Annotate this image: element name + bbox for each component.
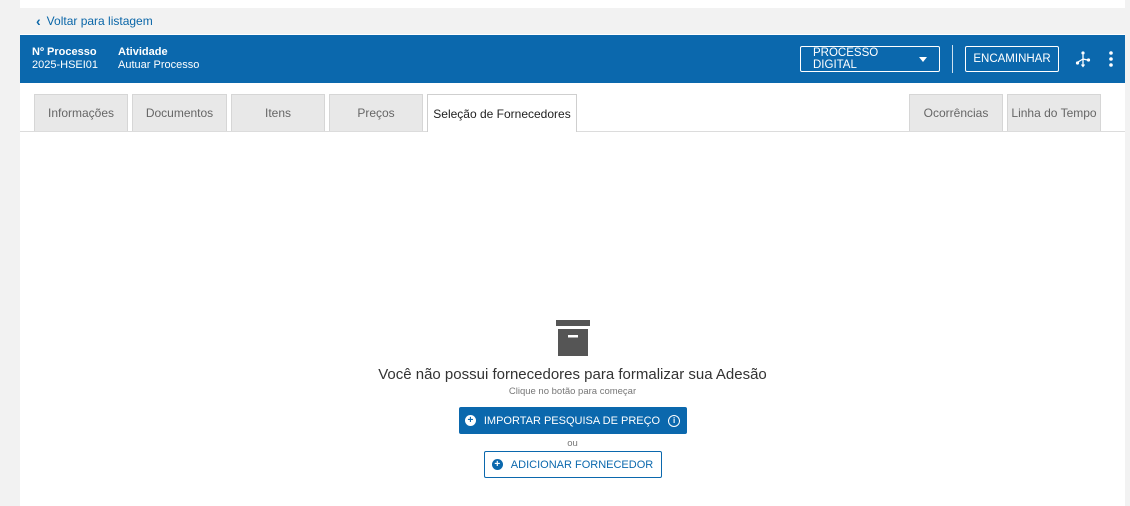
- process-header: Nº Processo 2025-HSEI01 Atividade Autuar…: [20, 35, 1125, 83]
- activity: Atividade Autuar Processo: [118, 46, 199, 72]
- tab-itens[interactable]: Itens: [231, 94, 325, 131]
- process-number-value: 2025-HSEI01: [32, 59, 99, 71]
- back-link-label: Voltar para listagem: [46, 14, 153, 28]
- tab-linha-do-tempo[interactable]: Linha do Tempo: [1007, 94, 1101, 131]
- activity-label: Atividade: [118, 46, 168, 58]
- tab-documentos[interactable]: Documentos: [132, 94, 227, 131]
- forward-label: ENCAMINHAR: [973, 53, 1051, 65]
- kebab-menu-icon[interactable]: [1103, 47, 1119, 71]
- import-button-label: IMPORTAR PESQUISA DE PREÇO: [483, 414, 661, 427]
- archive-box-icon: [555, 320, 590, 356]
- tab-bar: Informações Documentos Itens Preços Sele…: [20, 94, 1125, 132]
- chevron-left-icon: ‹: [36, 13, 41, 29]
- forward-button[interactable]: ENCAMINHAR: [965, 46, 1059, 72]
- empty-state: Você não possui fornecedores para formal…: [20, 320, 1125, 478]
- info-icon[interactable]: i: [668, 414, 681, 427]
- tab-precos[interactable]: Preços: [329, 94, 423, 131]
- process-number-label: Nº Processo: [32, 46, 97, 58]
- back-to-list-link[interactable]: ‹ Voltar para listagem: [20, 8, 1125, 34]
- tab-selecao-fornecedores[interactable]: Seleção de Fornecedores: [427, 94, 577, 132]
- empty-state-title: Você não possui fornecedores para formal…: [378, 366, 767, 383]
- tab-informacoes[interactable]: Informações: [34, 94, 128, 131]
- activity-value: Autuar Processo: [118, 59, 200, 71]
- plus-circle-icon: +: [491, 459, 503, 470]
- caret-down-icon: [919, 53, 927, 65]
- digital-process-label: PROCESSO DIGITAL: [813, 47, 879, 71]
- add-supplier-label: ADICIONAR FORNECEDOR: [510, 458, 654, 471]
- header-divider: [952, 45, 953, 73]
- add-supplier-button[interactable]: + ADICIONAR FORNECEDOR: [483, 451, 662, 478]
- process-number: Nº Processo 2025-HSEI01: [32, 46, 98, 72]
- import-price-survey-button[interactable]: + IMPORTAR PESQUISA DE PREÇO i: [458, 407, 687, 434]
- tab-ocorrencias[interactable]: Ocorrências: [909, 94, 1003, 131]
- plus-circle-icon: +: [464, 415, 476, 426]
- flow-icon[interactable]: [1071, 47, 1095, 71]
- empty-state-subtitle: Clique no botão para começar: [508, 386, 637, 397]
- digital-process-button[interactable]: PROCESSO DIGITAL: [800, 46, 940, 72]
- or-separator: ou: [567, 438, 578, 449]
